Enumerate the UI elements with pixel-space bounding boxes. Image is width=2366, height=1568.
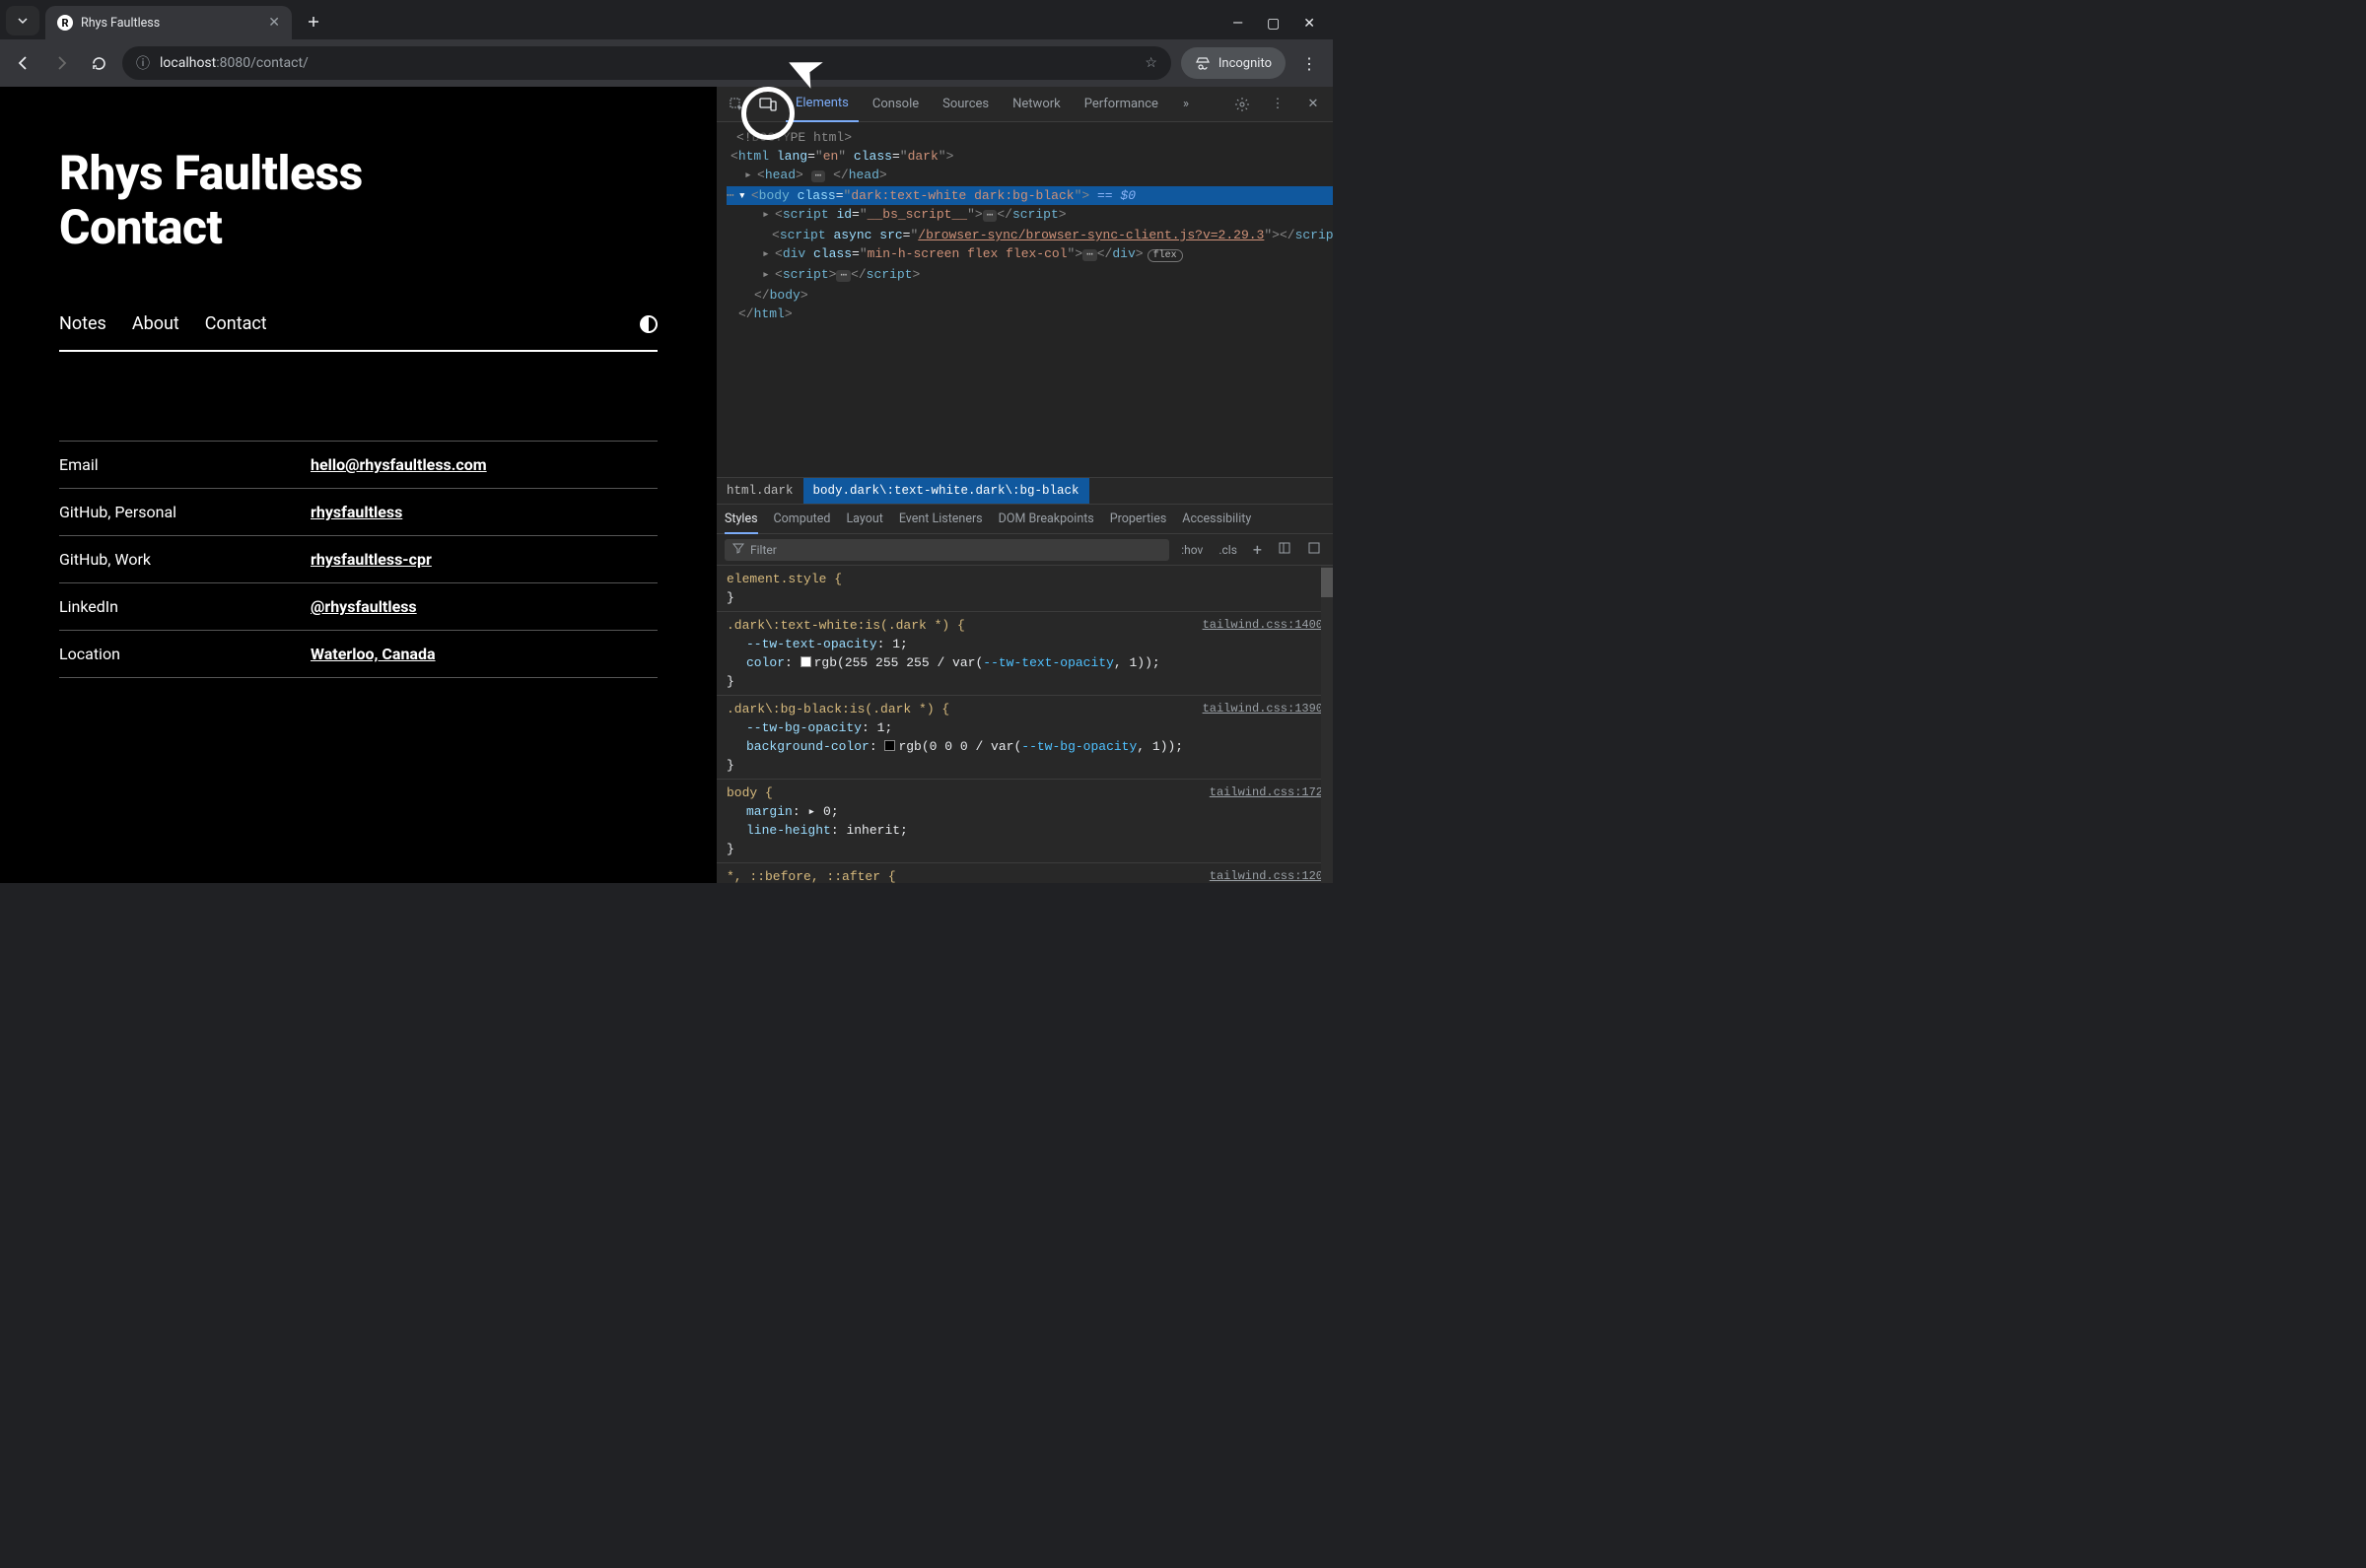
github-work-link[interactable]: rhysfaultless-cpr xyxy=(311,550,432,569)
table-row: GitHub, Workrhysfaultless-cpr xyxy=(59,535,658,582)
address-bar[interactable]: ⓘ localhost:8080/contact/ ☆ xyxy=(122,46,1171,80)
browser-tab[interactable]: R Rhys Faultless ✕ xyxy=(45,6,292,39)
css-rule: tailwind.css:172 body { margin: ▸ 0; lin… xyxy=(717,780,1333,863)
tab-elements[interactable]: Elements xyxy=(786,87,859,122)
source-link[interactable]: tailwind.css:120 xyxy=(1210,867,1323,883)
close-devtools-icon[interactable]: ✕ xyxy=(1299,91,1327,118)
site-nav: Notes About Contact xyxy=(59,313,658,352)
more-tabs-icon[interactable]: » xyxy=(1172,91,1200,118)
subtab-properties[interactable]: Properties xyxy=(1110,511,1167,526)
page-viewport: Rhys FaultlessContact Notes About Contac… xyxy=(0,87,717,883)
github-personal-link[interactable]: rhysfaultless xyxy=(311,503,402,521)
page-title: Rhys FaultlessContact xyxy=(59,146,658,254)
rendering-icon[interactable] xyxy=(1303,541,1325,558)
browser-toolbar: ⓘ localhost:8080/contact/ ☆ Incognito ⋮ xyxy=(0,39,1333,87)
table-row: LinkedIn@rhysfaultless xyxy=(59,582,658,630)
styles-filter-row: Filter :hov .cls + xyxy=(717,534,1333,566)
css-rule: tailwind.css:1390 .dark\:bg-black:is(.da… xyxy=(717,696,1333,780)
tab-sources[interactable]: Sources xyxy=(933,87,999,122)
css-rule: tailwind.css:1400 .dark\:text-white:is(.… xyxy=(717,612,1333,696)
close-window-icon[interactable]: ✕ xyxy=(1303,16,1315,32)
css-rule: element.style { } xyxy=(717,566,1333,612)
subtab-dom-breakpoints[interactable]: DOM Breakpoints xyxy=(999,511,1094,526)
filter-icon xyxy=(732,542,744,557)
table-row: GitHub, Personalrhysfaultless xyxy=(59,488,658,535)
subtab-styles[interactable]: Styles xyxy=(725,511,758,534)
color-swatch[interactable] xyxy=(800,656,811,667)
subtab-event-listeners[interactable]: Event Listeners xyxy=(899,511,983,526)
devtools-tabbar: Elements Console Sources Network Perform… xyxy=(717,87,1333,122)
new-style-rule-icon[interactable]: + xyxy=(1249,540,1266,559)
table-row: Emailhello@rhysfaultless.com xyxy=(59,441,658,488)
tab-search-button[interactable] xyxy=(6,6,39,35)
nav-contact[interactable]: Contact xyxy=(205,313,267,334)
crumb-html[interactable]: html.dark xyxy=(717,484,803,498)
location-link[interactable]: Waterloo, Canada xyxy=(311,645,436,663)
back-button[interactable] xyxy=(10,49,37,77)
forward-button[interactable] xyxy=(47,49,75,77)
subtab-computed[interactable]: Computed xyxy=(774,511,831,526)
tab-performance[interactable]: Performance xyxy=(1075,87,1168,122)
tab-title: Rhys Faultless xyxy=(81,16,260,31)
settings-icon[interactable] xyxy=(1228,91,1256,118)
table-row: LocationWaterloo, Canada xyxy=(59,630,658,678)
inspect-icon[interactable] xyxy=(723,91,750,118)
source-link[interactable]: tailwind.css:1390 xyxy=(1203,700,1323,718)
computed-sidebar-icon[interactable] xyxy=(1274,541,1295,558)
devtools-panel: Elements Console Sources Network Perform… xyxy=(717,87,1333,883)
maximize-icon[interactable]: ▢ xyxy=(1267,16,1280,32)
minimize-icon[interactable]: — xyxy=(1232,16,1243,32)
new-tab-button[interactable] xyxy=(300,8,327,35)
styles-tabbar: Styles Computed Layout Event Listeners D… xyxy=(717,505,1333,534)
url-text: localhost:8080/contact/ xyxy=(160,55,309,71)
browser-menu-icon[interactable]: ⋮ xyxy=(1295,54,1323,73)
styles-filter-input[interactable]: Filter xyxy=(725,539,1169,561)
tab-console[interactable]: Console xyxy=(863,87,929,122)
nav-about[interactable]: About xyxy=(132,313,179,334)
close-tab-icon[interactable]: ✕ xyxy=(268,15,280,31)
device-toggle-icon[interactable] xyxy=(754,91,782,118)
source-link[interactable]: tailwind.css:1400 xyxy=(1203,616,1323,635)
theme-toggle-icon[interactable] xyxy=(640,315,658,333)
incognito-badge[interactable]: Incognito xyxy=(1181,47,1286,79)
window-controls: — ▢ ✕ xyxy=(1232,16,1333,32)
hov-toggle[interactable]: :hov xyxy=(1177,543,1207,557)
reload-button[interactable] xyxy=(85,49,112,77)
subtab-accessibility[interactable]: Accessibility xyxy=(1182,511,1251,526)
incognito-label: Incognito xyxy=(1218,56,1272,71)
site-info-icon[interactable]: ⓘ xyxy=(136,53,150,73)
contact-table: Emailhello@rhysfaultless.com GitHub, Per… xyxy=(59,441,658,678)
nav-notes[interactable]: Notes xyxy=(59,313,106,334)
filter-placeholder: Filter xyxy=(750,543,777,557)
linkedin-link[interactable]: @rhysfaultless xyxy=(311,597,417,616)
bookmark-star-icon[interactable]: ☆ xyxy=(1145,55,1157,71)
elements-breadcrumb[interactable]: html.dark body.dark\:text-white.dark\:bg… xyxy=(717,477,1333,505)
devtools-menu-icon[interactable]: ⋮ xyxy=(1264,91,1291,118)
crumb-body[interactable]: body.dark\:text-white.dark\:bg-black xyxy=(803,478,1089,504)
subtab-layout[interactable]: Layout xyxy=(846,511,882,526)
window-titlebar: R Rhys Faultless ✕ — ▢ ✕ xyxy=(0,0,1333,39)
source-link[interactable]: tailwind.css:172 xyxy=(1210,784,1323,802)
email-link[interactable]: hello@rhysfaultless.com xyxy=(311,455,487,474)
elements-tree[interactable]: <!DOCTYPE html> <html lang="en" class="d… xyxy=(717,122,1333,477)
color-swatch[interactable] xyxy=(884,740,895,751)
favicon: R xyxy=(57,15,73,31)
tab-network[interactable]: Network xyxy=(1003,87,1071,122)
incognito-icon xyxy=(1195,56,1211,70)
styles-pane[interactable]: element.style { } tailwind.css:1400 .dar… xyxy=(717,566,1333,883)
css-rule: tailwind.css:120 *, ::before, ::after { … xyxy=(717,863,1333,883)
cls-toggle[interactable]: .cls xyxy=(1215,543,1241,557)
